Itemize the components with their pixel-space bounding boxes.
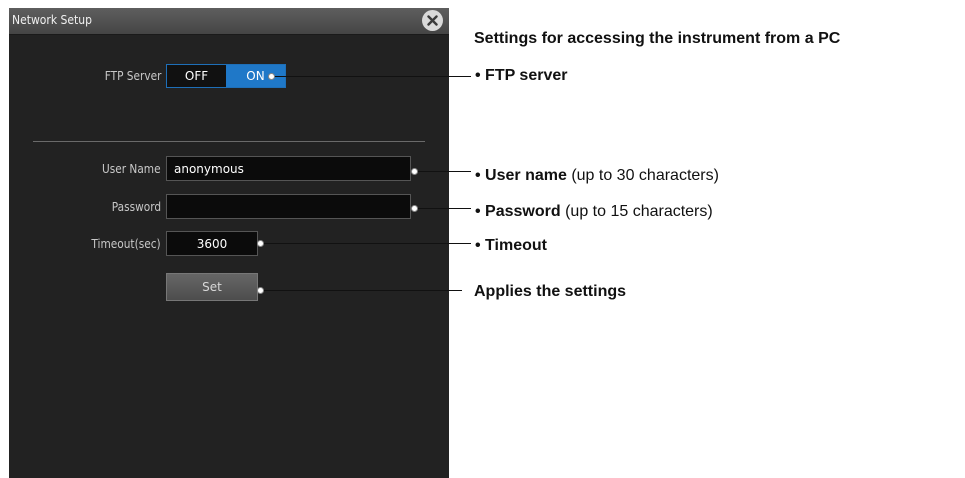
annotation-heading: Settings for accessing the instrument fr… — [474, 30, 841, 47]
timeout-leader-dot — [257, 240, 264, 247]
dialog-titlebar: Network Setup — [9, 8, 449, 35]
close-icon[interactable] — [422, 10, 443, 31]
annotation-ftp: • FTP server — [475, 67, 568, 84]
user-leader-dot — [411, 168, 418, 175]
ftp-leader-dot — [268, 73, 275, 80]
set-leader-dot — [257, 287, 264, 294]
password-leader-dot — [411, 205, 418, 212]
password-input[interactable] — [166, 194, 411, 219]
annotation-apply: Applies the settings — [474, 283, 627, 300]
user-name-input[interactable]: anonymous — [166, 156, 411, 181]
ftp-server-label: FTP Server — [104, 69, 161, 83]
annotation-timeout: • Timeout — [475, 237, 547, 254]
annotation-password: • Password (up to 15 characters) — [475, 203, 713, 220]
close-x-glyph — [427, 15, 438, 26]
set-button[interactable]: Set — [166, 273, 258, 301]
timeout-input[interactable]: 3600 — [166, 231, 258, 256]
password-label: Password — [111, 200, 161, 214]
timeout-leader-line — [260, 243, 471, 244]
ftp-leader-line — [271, 76, 471, 77]
set-leader-line — [260, 290, 462, 291]
section-divider — [33, 141, 425, 142]
user-leader-line — [414, 171, 471, 172]
user-name-label: User Name — [102, 162, 161, 176]
timeout-label: Timeout(sec) — [91, 237, 161, 251]
annotation-user: • User name (up to 30 characters) — [475, 167, 719, 184]
password-leader-line — [414, 208, 471, 209]
dialog-title: Network Setup — [12, 13, 92, 27]
ftp-off-option[interactable]: OFF — [167, 65, 226, 87]
